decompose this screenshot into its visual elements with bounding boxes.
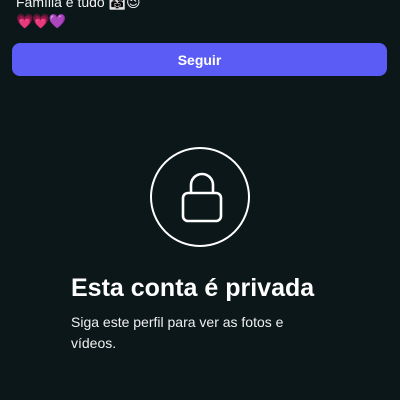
private-account-message: Siga este perfil para ver as fotos e víd… (71, 314, 284, 351)
lock-icon (181, 172, 223, 223)
private-account-title: Esta conta é privada (71, 274, 315, 302)
private-account-badge (150, 147, 250, 247)
follow-button[interactable]: Seguir (12, 43, 387, 76)
profile-bio: Família é tudo 👨‍👩‍👧😉 (16, 0, 141, 10)
profile-bio-hearts: 💗💗💜 (16, 13, 66, 29)
